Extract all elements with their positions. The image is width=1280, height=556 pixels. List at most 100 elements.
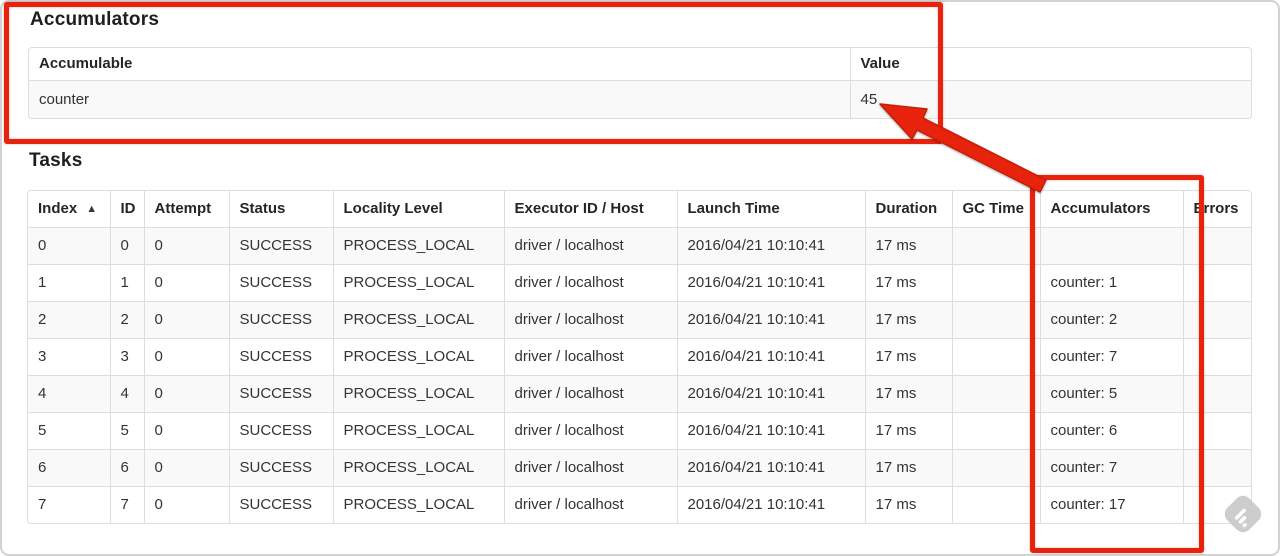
table-row: 1 1 0 SUCCESS PROCESS_LOCAL driver / localhos… xyxy=(28,263,1251,301)
cell: SUCCESS xyxy=(228,337,333,375)
column-header-duration[interactable]: Duration xyxy=(864,191,952,227)
header-row: Index ▲ ID Attempt Status Locality Level Execu… xyxy=(28,191,1251,227)
cell: 2016/04/21 10:10:41 xyxy=(676,411,865,449)
cell: 17 ms xyxy=(864,374,952,412)
cell xyxy=(1182,337,1251,375)
cell: 7 xyxy=(28,485,110,523)
cell: 3 xyxy=(28,337,110,375)
cell: 45 xyxy=(849,79,1251,118)
cell: counter: 17 xyxy=(1039,485,1183,523)
cell xyxy=(951,374,1040,412)
cell: 17 ms xyxy=(864,485,952,523)
cell: SUCCESS xyxy=(228,226,333,264)
column-header-id[interactable]: ID xyxy=(109,191,144,227)
cell: PROCESS_LOCAL xyxy=(332,337,504,375)
cell xyxy=(1182,263,1251,301)
cell: SUCCESS xyxy=(228,263,333,301)
cell: counter: 6 xyxy=(1039,411,1183,449)
cell: PROCESS_LOCAL xyxy=(332,448,504,486)
column-header-index[interactable]: Index ▲ xyxy=(28,191,110,227)
column-header-launch-time[interactable]: Launch Time xyxy=(676,191,865,227)
cell: driver / localhost xyxy=(503,485,677,523)
cell: 2016/04/21 10:10:41 xyxy=(676,374,865,412)
cell xyxy=(951,411,1040,449)
column-header-errors[interactable]: Errors xyxy=(1182,191,1251,227)
cell: driver / localhost xyxy=(503,337,677,375)
column-header-status[interactable]: Status xyxy=(228,191,333,227)
cell: 7 xyxy=(109,485,144,523)
column-header-accumulators[interactable]: Accumulators xyxy=(1039,191,1183,227)
cell xyxy=(1182,448,1251,486)
cell: counter: 7 xyxy=(1039,448,1183,486)
cell xyxy=(1182,485,1251,523)
cell: 2016/04/21 10:10:41 xyxy=(676,263,865,301)
tasks-table: Index ▲ ID Attempt Status Locality Level Execu… xyxy=(27,190,1252,524)
table-row: counter 45 xyxy=(29,79,1251,118)
cell: driver / localhost xyxy=(503,263,677,301)
cell: 1 xyxy=(28,263,110,301)
cell: 5 xyxy=(28,411,110,449)
table-row: 7 7 0 SUCCESS PROCESS_LOCAL driver / localhos… xyxy=(28,485,1251,523)
cell: 2016/04/21 10:10:41 xyxy=(676,337,865,375)
cell: 0 xyxy=(143,337,229,375)
column-header-gc-time[interactable]: GC Time xyxy=(951,191,1040,227)
cell: 1 xyxy=(109,263,144,301)
cell: 17 ms xyxy=(864,226,952,264)
cell: SUCCESS xyxy=(228,485,333,523)
cell: 6 xyxy=(109,448,144,486)
spark-stage-details-page: Accumulators Accumulable Value counter 45 T… xyxy=(0,0,1280,556)
cell: 2016/04/21 10:10:41 xyxy=(676,448,865,486)
cell: 17 ms xyxy=(864,300,952,338)
cell: 2016/04/21 10:10:41 xyxy=(676,226,865,264)
table-row: 5 5 0 SUCCESS PROCESS_LOCAL driver / localhos… xyxy=(28,411,1251,449)
cell: counter: 2 xyxy=(1039,300,1183,338)
cell: 2 xyxy=(28,300,110,338)
cell: PROCESS_LOCAL xyxy=(332,300,504,338)
column-header-value: Value xyxy=(849,48,1251,80)
cell: PROCESS_LOCAL xyxy=(332,263,504,301)
cell: driver / localhost xyxy=(503,448,677,486)
cell: driver / localhost xyxy=(503,374,677,412)
cell: 0 xyxy=(143,448,229,486)
cell xyxy=(951,226,1040,264)
accumulators-section-title: Accumulators xyxy=(30,9,160,30)
table-row: 2 2 0 SUCCESS PROCESS_LOCAL driver / localhos… xyxy=(28,300,1251,338)
cell: 3 xyxy=(109,337,144,375)
cell xyxy=(1182,411,1251,449)
cell: 2 xyxy=(109,300,144,338)
cell: 0 xyxy=(143,411,229,449)
cell: 6 xyxy=(28,448,110,486)
cell: 17 ms xyxy=(864,411,952,449)
cell: counter: 7 xyxy=(1039,337,1183,375)
column-header-accumulable: Accumulable xyxy=(39,55,133,73)
accumulators-table: Accumulable Value counter 45 xyxy=(28,47,1252,119)
column-header-locality-level[interactable]: Locality Level xyxy=(332,191,504,227)
cell: 0 xyxy=(143,300,229,338)
table-row: 3 3 0 SUCCESS PROCESS_LOCAL driver / localhos… xyxy=(28,337,1251,375)
cell: driver / localhost xyxy=(503,300,677,338)
cell: 17 ms xyxy=(864,263,952,301)
cell: PROCESS_LOCAL xyxy=(332,411,504,449)
cell: 4 xyxy=(28,374,110,412)
column-header-attempt[interactable]: Attempt xyxy=(143,191,229,227)
cell: counter xyxy=(29,79,850,118)
column-header-executor-id-host[interactable]: Executor ID / Host xyxy=(503,191,677,227)
cell: PROCESS_LOCAL xyxy=(332,226,504,264)
cell: SUCCESS xyxy=(228,374,333,412)
cell xyxy=(1182,300,1251,338)
cell xyxy=(951,485,1040,523)
cell: SUCCESS xyxy=(228,300,333,338)
cell xyxy=(951,448,1040,486)
cell xyxy=(1039,226,1183,264)
cell: driver / localhost xyxy=(503,411,677,449)
cell: counter: 5 xyxy=(1039,374,1183,412)
cell xyxy=(951,263,1040,301)
cell: SUCCESS xyxy=(228,411,333,449)
cell: SUCCESS xyxy=(228,448,333,486)
cell: PROCESS_LOCAL xyxy=(332,374,504,412)
cell xyxy=(1182,374,1251,412)
cell: 4 xyxy=(109,374,144,412)
cell: 0 xyxy=(143,263,229,301)
cell: 17 ms xyxy=(864,337,952,375)
cell: driver / localhost xyxy=(503,226,677,264)
